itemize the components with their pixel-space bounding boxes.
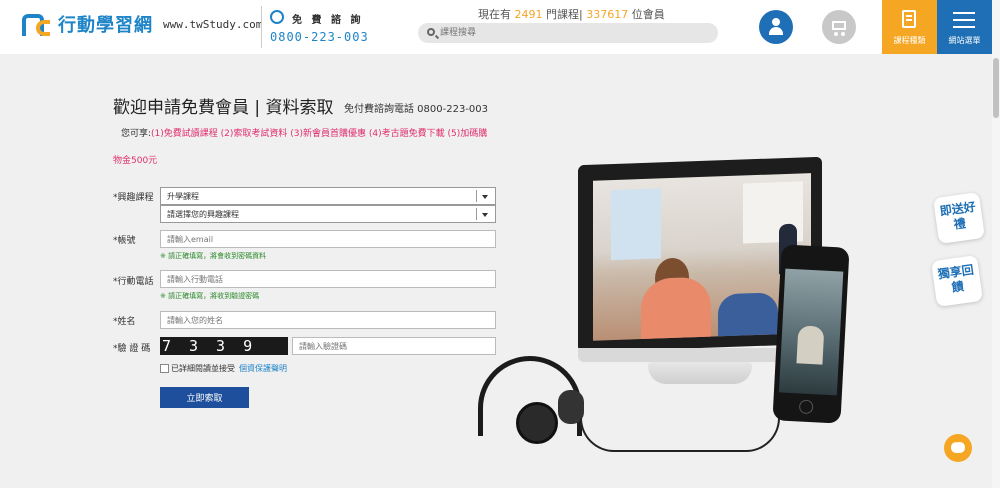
user-icon bbox=[772, 18, 780, 26]
logo-mark-icon bbox=[22, 10, 52, 38]
scrollbar-thumb[interactable] bbox=[993, 58, 999, 118]
cart-button[interactable] bbox=[822, 10, 856, 44]
site-stats: 現在有 2491 門課程| 337617 位會員 bbox=[478, 6, 665, 22]
course-count: 2491 bbox=[514, 8, 543, 21]
stats-suffix: 位會員 bbox=[631, 8, 665, 21]
cart-icon bbox=[832, 21, 846, 30]
page-title: 歡迎申請免費會員 | 資料索取 bbox=[113, 98, 334, 118]
agree-text: 已詳細閱讀並接受 bbox=[171, 364, 235, 373]
course-menu-label: 課程種類 bbox=[893, 36, 926, 45]
name-field[interactable] bbox=[160, 311, 496, 329]
search-input[interactable] bbox=[440, 25, 710, 41]
hamburger-icon bbox=[953, 12, 975, 28]
interest-category-value: 升學課程 bbox=[167, 192, 199, 201]
headphones-illustration bbox=[470, 356, 590, 456]
chevron-down-icon bbox=[482, 195, 488, 199]
captcha-field[interactable] bbox=[292, 337, 496, 355]
gift-promo-badge[interactable]: 即送好禮 bbox=[933, 192, 985, 244]
account-label: *帳號 bbox=[113, 236, 136, 246]
reward-promo-badge[interactable]: 獨享回饋 bbox=[931, 255, 983, 307]
interest-course-select[interactable]: 請選擇您的興趣課程 bbox=[160, 205, 496, 223]
interest-course-value: 請選擇您的興趣課程 bbox=[167, 210, 239, 219]
chat-icon bbox=[951, 438, 965, 453]
benefits-prefix: 您可享: bbox=[121, 129, 152, 139]
site-menu-button[interactable]: 網站選單 bbox=[937, 0, 992, 54]
interest-label: *興趣課程 bbox=[113, 193, 154, 203]
phone-number: 0800-223-003 bbox=[270, 30, 369, 44]
smartphone-illustration bbox=[772, 244, 850, 424]
phone-label: 免 費 諮 詢 bbox=[292, 15, 364, 26]
member-count: 337617 bbox=[586, 8, 629, 21]
course-category-button[interactable]: 課程種類 bbox=[882, 0, 937, 54]
chevron-down-icon bbox=[482, 213, 488, 217]
benefits-list: (1)免費試讀課程 (2)索取考試資料 (3)新會員首購優惠 (4)考古題免費下… bbox=[151, 129, 488, 139]
benefits-line-1: 您可享:(1)免費試讀課程 (2)索取考試資料 (3)新會員首購優惠 (4)考古… bbox=[121, 126, 487, 139]
logo-text: 行動學習網 bbox=[58, 15, 153, 36]
chat-button[interactable] bbox=[944, 434, 972, 462]
member-button[interactable] bbox=[759, 10, 793, 44]
header-divider bbox=[261, 6, 262, 48]
hotline-text: 免付費諮詢電話 0800-223-003 bbox=[344, 104, 489, 115]
headphone-cable bbox=[580, 418, 780, 452]
mobile-field[interactable] bbox=[160, 270, 496, 288]
stats-middle: 門課程| bbox=[546, 8, 583, 21]
site-logo[interactable]: 行動學習網 www.twStudy.com bbox=[22, 10, 262, 38]
privacy-link[interactable]: 個資保護聲明 bbox=[239, 363, 287, 374]
name-label: *姓名 bbox=[113, 317, 136, 327]
site-header: 行動學習網 www.twStudy.com 免 費 諮 詢 0800-223-0… bbox=[0, 0, 1000, 54]
search-icon[interactable] bbox=[427, 28, 435, 36]
interest-category-select[interactable]: 升學課程 bbox=[160, 187, 496, 205]
agree-checkbox[interactable] bbox=[160, 364, 169, 373]
stats-prefix: 現在有 bbox=[478, 8, 511, 21]
page-scrollbar[interactable] bbox=[992, 0, 1000, 488]
book-icon bbox=[902, 10, 916, 28]
mobile-label: *行動電話 bbox=[113, 277, 154, 287]
phone-icon bbox=[270, 10, 284, 24]
captcha-image[interactable]: 7339 bbox=[160, 337, 288, 355]
account-hint: ※ 請正確填寫，將會收到密碼資料 bbox=[160, 252, 267, 260]
site-menu-label: 網站選單 bbox=[948, 36, 981, 45]
logo-url: www.twStudy.com bbox=[163, 17, 263, 31]
agree-row: 已詳細閱讀並接受 個資保護聲明 bbox=[160, 363, 287, 374]
mobile-hint: ※ 請正確填寫，將收到驗證密碼 bbox=[160, 292, 260, 300]
email-field[interactable] bbox=[160, 230, 496, 248]
submit-button[interactable]: 立即索取 bbox=[160, 387, 249, 408]
course-search bbox=[418, 23, 718, 43]
captcha-label: *驗 證 碼 bbox=[113, 344, 151, 354]
benefits-line-2: 物金500元 bbox=[113, 156, 158, 166]
